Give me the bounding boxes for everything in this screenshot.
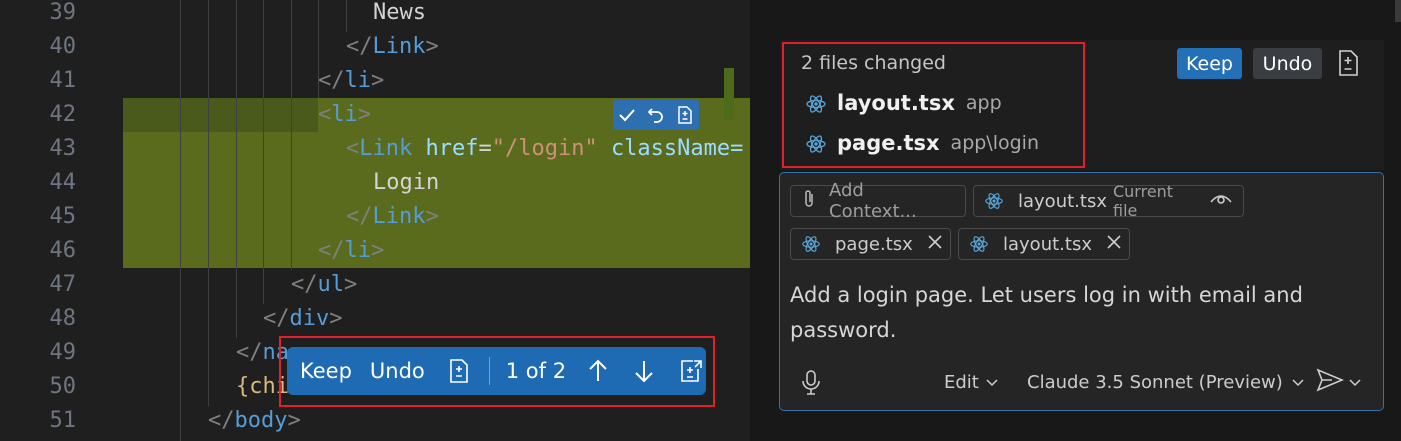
code-text: Login <box>373 170 440 195</box>
inline-change-actions <box>613 100 699 130</box>
code-line: 41 </li> <box>0 64 750 98</box>
chip-file-name: layout.tsx <box>1003 233 1092 255</box>
change-counter: 1 of 2 <box>505 359 567 383</box>
code-line: 48 </div> <box>0 302 750 336</box>
microphone-icon[interactable] <box>800 367 822 397</box>
send-button[interactable] <box>1316 367 1362 397</box>
line-number: 51 <box>49 408 77 433</box>
changes-title: 2 files changed <box>801 52 946 74</box>
model-dropdown[interactable]: Claude 3.5 Sonnet (Preview) <box>1027 367 1305 397</box>
add-context-label: Add Context... <box>829 180 917 222</box>
code-tag: li <box>331 102 358 127</box>
arrow-down-icon[interactable] <box>632 347 656 395</box>
diff-file-icon[interactable] <box>1332 46 1364 80</box>
attached-file-chip[interactable]: layout.tsx <box>958 228 1130 260</box>
line-number: 50 <box>49 374 77 399</box>
code-tag: Link <box>359 136 413 161</box>
scrollbar[interactable] <box>1395 0 1401 22</box>
code-line: 39 News <box>0 0 750 30</box>
mode-dropdown[interactable]: Edit <box>944 367 999 397</box>
line-number: 47 <box>49 272 77 297</box>
code-line: 45 </Link> <box>0 200 750 234</box>
model-label: Claude 3.5 Sonnet (Preview) <box>1027 371 1283 393</box>
line-number: 42 <box>49 102 77 127</box>
line-number: 48 <box>49 306 77 331</box>
changed-file-item[interactable]: layout.tsx app <box>805 91 1002 115</box>
diff-file-icon[interactable] <box>674 104 696 126</box>
undo-all-button[interactable]: Undo <box>1253 48 1322 79</box>
code-string: "/login" <box>491 136 598 161</box>
code-tag: ul <box>317 272 345 297</box>
code-line: 40 </Link> <box>0 30 750 64</box>
close-icon[interactable] <box>1106 234 1122 255</box>
code-tag: li <box>344 238 372 263</box>
line-number: 46 <box>49 238 77 263</box>
code-tag: body <box>234 408 288 433</box>
current-file-note: Current file <box>1112 182 1174 220</box>
react-icon <box>805 93 826 113</box>
file-path: app\login <box>950 132 1039 154</box>
react-icon <box>984 191 1004 211</box>
file-name: page.tsx <box>837 131 940 155</box>
undo-arrow-icon[interactable] <box>645 104 667 126</box>
line-number: 41 <box>49 68 77 93</box>
code-attribute: className= <box>610 136 744 161</box>
line-number: 39 <box>49 0 77 25</box>
chat-message-input[interactable]: Add a login page. Let users log in with … <box>790 278 1350 348</box>
chevron-down-icon <box>1291 372 1305 393</box>
current-file-chip[interactable]: layout.tsx Current file <box>973 182 1244 220</box>
keep-all-button[interactable]: Keep <box>1177 48 1242 79</box>
code-line: 47 </ul> <box>0 268 750 302</box>
code-tag: Link <box>372 34 426 59</box>
code-tag: li <box>344 68 372 93</box>
file-name: layout.tsx <box>837 91 955 115</box>
code-line: 46 </li> <box>0 234 750 268</box>
attached-file-chip[interactable]: page.tsx <box>790 228 951 260</box>
file-path: app <box>965 92 1002 114</box>
react-icon <box>801 234 821 254</box>
paperclip-icon <box>801 188 817 215</box>
chip-file-name: layout.tsx <box>1018 190 1107 212</box>
change-review-toolbar: Keep Undo 1 of 2 <box>287 347 706 395</box>
code-line: 51 </body> <box>0 404 750 438</box>
line-number: 45 <box>49 204 77 229</box>
add-context-button[interactable]: Add Context... <box>790 180 966 222</box>
diff-file-icon[interactable] <box>447 347 471 395</box>
open-diff-icon[interactable] <box>678 347 704 395</box>
react-icon <box>969 234 989 254</box>
line-number: 44 <box>49 170 77 195</box>
react-icon <box>805 133 826 153</box>
code-tag: div <box>289 306 330 331</box>
toolbar-separator <box>488 357 490 385</box>
chevron-down-icon <box>985 372 999 393</box>
code-tag: Link <box>372 204 426 229</box>
chevron-down-icon[interactable] <box>1348 372 1362 393</box>
code-line: 44 Login <box>0 166 750 200</box>
close-icon[interactable] <box>927 234 943 255</box>
arrow-up-icon[interactable] <box>586 347 610 395</box>
chip-file-name: page.tsx <box>835 233 913 255</box>
undo-button[interactable]: Undo <box>370 347 425 395</box>
code-attribute: href <box>425 136 479 161</box>
eye-icon[interactable] <box>1209 191 1233 212</box>
send-icon <box>1316 368 1345 397</box>
keep-button[interactable]: Keep <box>300 347 352 395</box>
line-number: 40 <box>49 34 77 59</box>
code-line: 43 <Link href="/login" className= <box>0 132 750 166</box>
check-icon[interactable] <box>616 104 638 126</box>
mode-label: Edit <box>944 371 979 393</box>
line-number: 49 <box>49 340 77 365</box>
line-number: 43 <box>49 136 77 161</box>
changed-file-item[interactable]: page.tsx app\login <box>805 131 1039 155</box>
code-text: News <box>373 0 426 25</box>
